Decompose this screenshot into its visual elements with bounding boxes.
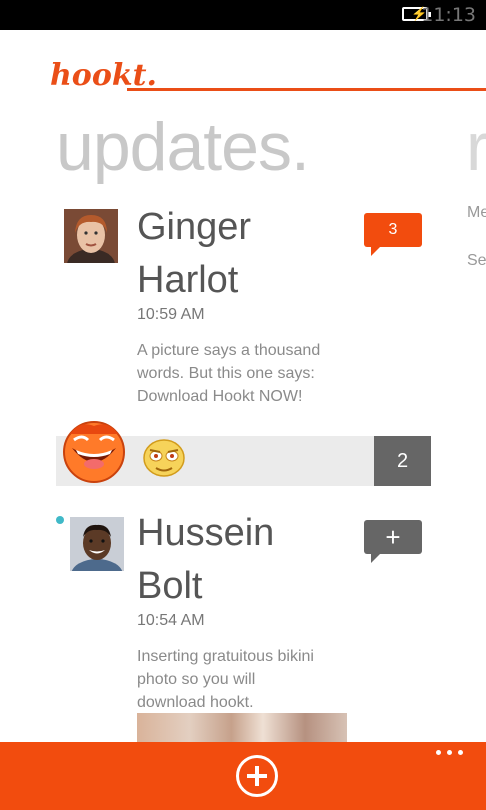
dot-icon xyxy=(436,750,441,755)
dot-icon xyxy=(447,750,452,755)
laughing-face-emoji-icon xyxy=(60,418,128,484)
comment-count-bubble[interactable]: 3 xyxy=(364,213,422,256)
next-panel-peek-text[interactable]: Se xyxy=(467,252,486,270)
squinting-face-emoji-icon xyxy=(142,438,186,478)
contact-name[interactable]: Hussein xyxy=(137,507,274,560)
post-timestamp: 10:54 AM xyxy=(137,612,205,629)
status-bar: ⚡ 11:13 xyxy=(0,0,486,30)
unread-indicator xyxy=(56,516,64,524)
dot-icon xyxy=(458,750,463,755)
more-options-button[interactable] xyxy=(434,746,468,760)
post-message: Inserting gratuitous bikini photo so you… xyxy=(137,648,314,711)
avatar[interactable] xyxy=(64,209,118,263)
post-photo[interactable] xyxy=(137,713,347,743)
status-time: 11:13 xyxy=(421,4,476,26)
contact-name[interactable]: Ginger xyxy=(137,201,251,254)
reaction-count[interactable]: 2 xyxy=(374,436,431,486)
avatar[interactable] xyxy=(70,517,124,571)
next-panel-peek-text[interactable]: Me xyxy=(467,204,486,222)
contact-name[interactable]: Harlot xyxy=(137,254,238,307)
next-panel-title-peek[interactable]: r xyxy=(466,108,486,186)
header-divider xyxy=(127,88,486,91)
post-message: A picture says a thousand words. But thi… xyxy=(137,342,321,405)
add-comment-button[interactable]: + xyxy=(364,520,422,563)
contact-name[interactable]: Bolt xyxy=(137,560,202,613)
page-title: updates. xyxy=(56,109,310,185)
add-update-button[interactable] xyxy=(236,755,278,797)
post-timestamp: 10:59 AM xyxy=(137,306,205,323)
